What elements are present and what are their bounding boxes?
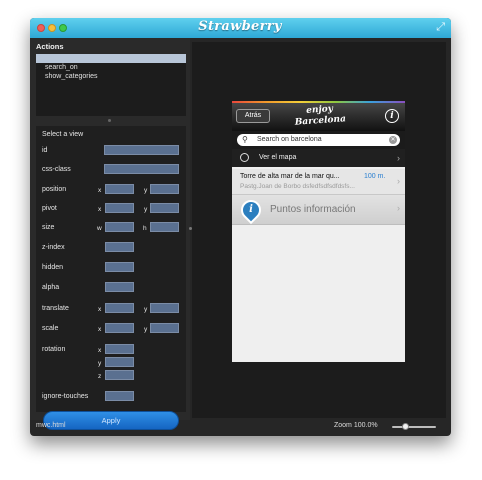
size-h-axis: h <box>143 225 147 232</box>
search-input[interactable]: ⚲ Search on barcelona ✕ <box>237 134 400 146</box>
hidden-label: hidden <box>42 264 64 271</box>
size-label: size <box>42 224 55 231</box>
zoom-slider-knob[interactable] <box>401 423 409 430</box>
pivot-x-field[interactable] <box>105 203 134 213</box>
translate-y-field[interactable] <box>150 303 179 313</box>
rotation-z-axis: z <box>98 373 102 380</box>
action-item[interactable]: search_on <box>36 63 186 72</box>
compass-icon <box>240 153 249 162</box>
zoom-button[interactable] <box>59 24 67 32</box>
pivot-y-field[interactable] <box>150 203 179 213</box>
inspector-panel: Actions search_on show_categories Select… <box>30 38 190 430</box>
pivot-y-axis: y <box>144 206 148 213</box>
app-title: Strawberry <box>198 19 282 34</box>
alpha-label: alpha <box>42 284 60 291</box>
scale-label: scale <box>42 325 59 332</box>
scale-x-axis: x <box>98 326 102 333</box>
actions-list[interactable]: search_on show_categories <box>36 54 186 116</box>
css-class-label: css-class <box>42 166 71 173</box>
item-distance: 100 m. <box>364 173 386 180</box>
position-y-axis: y <box>144 187 148 194</box>
back-button[interactable]: Atrás <box>236 109 270 123</box>
close-button[interactable] <box>37 24 45 32</box>
select-view-label: Select a view <box>42 131 84 138</box>
translate-x-field[interactable] <box>105 303 134 313</box>
size-h-field[interactable] <box>150 222 179 232</box>
translate-y-axis: y <box>144 306 148 313</box>
hidden-field[interactable] <box>105 262 134 272</box>
minimize-button[interactable] <box>48 24 56 32</box>
size-w-axis: w <box>97 225 102 232</box>
rotation-z-field[interactable] <box>105 370 134 380</box>
phone-navbar: Atrás enjoy Barcelona i <box>232 101 405 131</box>
size-w-field[interactable] <box>105 222 134 232</box>
position-y-field[interactable] <box>150 184 179 194</box>
rotation-label: rotation <box>42 346 66 353</box>
zoom-label: Zoom 100.0% <box>334 422 378 429</box>
zoom-slider[interactable] <box>392 426 436 428</box>
phone-preview[interactable]: Atrás enjoy Barcelona i ⚲ Search on barc… <box>232 101 405 362</box>
translate-label: translate <box>42 305 69 312</box>
actions-title: Actions <box>36 42 64 51</box>
scale-y-axis: y <box>144 326 148 333</box>
info-icon[interactable]: i <box>385 109 399 123</box>
id-label: id <box>42 147 48 154</box>
rotation-y-axis: y <box>98 360 102 367</box>
ignore-touches-field[interactable] <box>105 391 134 401</box>
css-class-field[interactable] <box>104 164 179 174</box>
position-x-field[interactable] <box>105 184 134 194</box>
clear-icon[interactable]: ✕ <box>389 136 397 144</box>
item-title: Torre de alta mar de la mar qu... <box>240 173 340 180</box>
preview-canvas: Atrás enjoy Barcelona i ⚲ Search on barc… <box>192 42 446 418</box>
list-item[interactable]: Torre de alta mar de la mar qu... 100 m.… <box>232 169 405 195</box>
position-label: position <box>42 186 67 193</box>
rotation-x-axis: x <box>98 347 102 354</box>
search-icon: ⚲ <box>242 135 248 144</box>
chevron-right-icon: › <box>397 176 400 186</box>
search-placeholder: Search on barcelona <box>257 136 322 143</box>
poi-label: Puntos información <box>270 204 356 215</box>
splitter-handle[interactable] <box>108 119 111 122</box>
alpha-field[interactable] <box>105 282 134 292</box>
current-file: mwc.html <box>36 422 66 429</box>
fullscreen-icon[interactable]: ⤢ <box>436 21 445 34</box>
map-row[interactable]: Ver el mapa › <box>232 149 405 167</box>
position-x-axis: x <box>98 187 102 194</box>
enjoy-barcelona-logo: enjoy Barcelona <box>279 102 360 130</box>
translate-x-axis: x <box>98 306 102 313</box>
properties-panel: Select a view id css-class position x y … <box>36 126 186 430</box>
action-item[interactable]: show_categories <box>36 72 186 81</box>
color-stripe <box>232 101 405 103</box>
rotation-x-field[interactable] <box>105 344 134 354</box>
chevron-right-icon: › <box>397 153 400 163</box>
title-bar: Strawberry ⤢ <box>30 18 451 38</box>
ignore-touches-label: ignore-touches <box>42 393 89 400</box>
poi-row[interactable]: i Puntos información › <box>232 195 405 225</box>
scale-x-field[interactable] <box>105 323 134 333</box>
z-index-field[interactable] <box>105 242 134 252</box>
pivot-label: pivot <box>42 205 57 212</box>
info-pin-glyph: i <box>249 204 253 215</box>
scale-y-field[interactable] <box>150 323 179 333</box>
z-index-label: z-index <box>42 244 65 251</box>
rotation-y-field[interactable] <box>105 357 134 367</box>
action-item[interactable] <box>36 54 186 63</box>
id-field[interactable] <box>104 145 179 155</box>
map-label: Ver el mapa <box>259 154 297 161</box>
chevron-right-icon: › <box>397 203 400 213</box>
pivot-x-axis: x <box>98 206 102 213</box>
app-window: Strawberry ⤢ Actions search_on show_cate… <box>30 18 451 436</box>
search-bar: ⚲ Search on barcelona ✕ <box>232 131 405 149</box>
item-subtitle: Pastg.Joan de Borbo dsfedfsdfsdfdsfs... <box>240 183 355 190</box>
